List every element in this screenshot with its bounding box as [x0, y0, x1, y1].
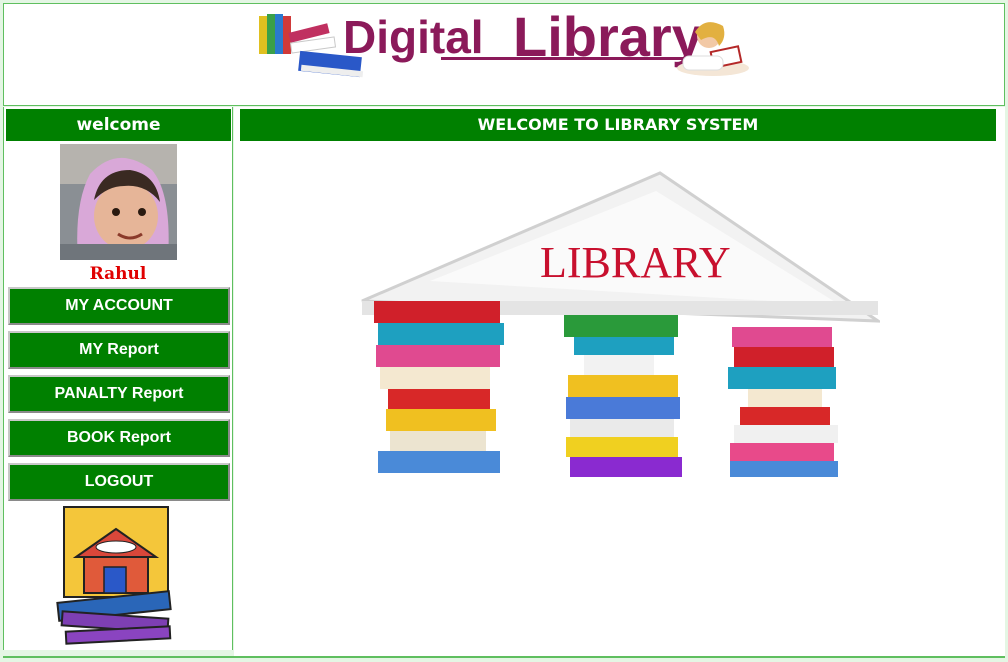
my-account-button[interactable]: MY ACCOUNT	[8, 287, 230, 325]
user-name: Rahul	[89, 264, 147, 284]
book-stack-left	[374, 301, 504, 473]
digital-library-banner: Digital Library	[255, 9, 751, 84]
library-sign-text: LIBRARY	[540, 238, 731, 287]
book-stack-right	[728, 327, 838, 477]
welcome-heading: welcome	[6, 109, 231, 141]
page-title: WELCOME TO LIBRARY SYSTEM	[240, 109, 996, 141]
book-stack-middle	[564, 315, 682, 477]
my-report-button[interactable]: MY Report	[8, 331, 230, 369]
reading-girl-icon	[677, 22, 749, 76]
user-avatar	[60, 144, 177, 260]
logo-text-digital: Digital	[343, 11, 484, 63]
main-content: WELCOME TO LIBRARY SYSTEM LIBRARY	[234, 107, 1005, 657]
footer-line	[3, 656, 1005, 658]
sidebar: welcome Rahul MY ACCOUNT MY Report PANAL…	[3, 107, 233, 650]
logo-underline	[441, 57, 686, 60]
penalty-report-button[interactable]: PANALTY Report	[8, 375, 230, 413]
library-building-illustration: LIBRARY	[361, 171, 880, 477]
book-report-button[interactable]: BOOK Report	[8, 419, 230, 457]
logout-button[interactable]: LOGOUT	[8, 463, 230, 501]
page-header: Digital Library	[3, 3, 1005, 106]
library-house-illustration	[56, 506, 172, 645]
